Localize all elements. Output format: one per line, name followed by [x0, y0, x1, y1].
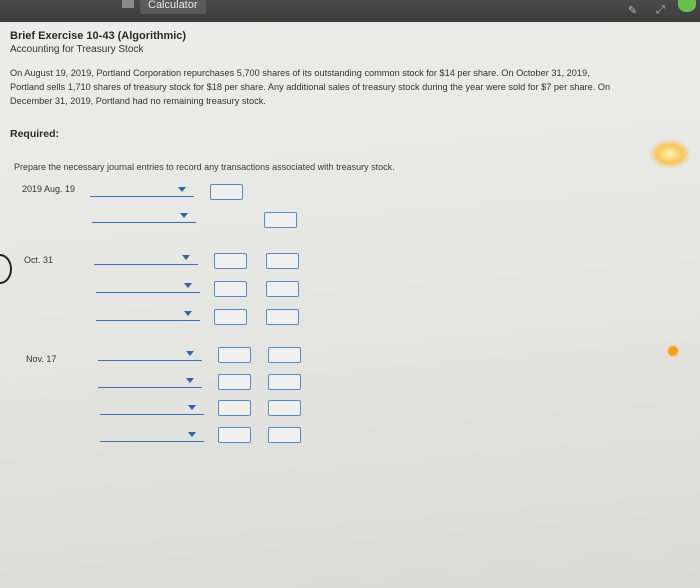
problem-line: December 31, 2019, Portland had no remai… — [10, 96, 266, 106]
debit-input[interactable] — [210, 184, 243, 200]
entry-date-oct-31: Oct. 31 — [24, 255, 54, 265]
entry-date-nov-17: Nov. 17 — [26, 354, 57, 364]
debit-input[interactable] — [218, 400, 251, 416]
debit-input[interactable] — [214, 253, 247, 269]
problem-line: On August 19, 2019, Portland Corporation… — [10, 68, 590, 78]
account-select[interactable] — [94, 254, 198, 265]
account-select[interactable] — [90, 186, 194, 197]
debit-input[interactable] — [218, 427, 251, 443]
account-select[interactable] — [96, 310, 200, 321]
exercise-subtitle: Accounting for Treasury Stock — [10, 44, 144, 55]
credit-input[interactable] — [268, 400, 301, 416]
resize-icon[interactable]: ⤢ — [656, 4, 665, 17]
account-select[interactable] — [92, 212, 196, 223]
dropdown-caret-icon — [184, 283, 192, 288]
pen-icon[interactable]: ✎ — [628, 4, 637, 17]
credit-input[interactable] — [266, 309, 299, 325]
dropdown-caret-icon — [182, 255, 190, 260]
instructions-text: Prepare the necessary journal entries to… — [14, 162, 395, 172]
credit-input[interactable] — [264, 212, 297, 228]
credit-input[interactable] — [268, 374, 301, 390]
dropdown-caret-icon — [184, 311, 192, 316]
entry-date-aug-19: 2019 Aug. 19 — [22, 184, 76, 194]
top-toolbar: Calculator ✎ ⤢ — [0, 0, 700, 24]
dropdown-caret-icon — [186, 378, 194, 383]
notification-dot — [668, 346, 678, 356]
status-icon — [678, 0, 696, 12]
glare — [650, 140, 690, 168]
calculator-icon[interactable] — [122, 0, 134, 8]
account-select[interactable] — [98, 377, 202, 388]
debit-input[interactable] — [218, 374, 251, 390]
exercise-title: Brief Exercise 10-43 (Algorithmic) — [10, 30, 187, 42]
debit-input[interactable] — [218, 347, 251, 363]
credit-input[interactable] — [266, 281, 299, 297]
credit-input[interactable] — [266, 253, 299, 269]
credit-input[interactable] — [268, 427, 301, 443]
debit-input[interactable] — [214, 281, 247, 297]
calculator-button[interactable]: Calculator — [140, 0, 206, 14]
account-select[interactable] — [98, 350, 202, 361]
account-select[interactable] — [100, 404, 204, 415]
dropdown-caret-icon — [188, 405, 196, 410]
problem-line: Portland sells 1,710 shares of treasury … — [10, 82, 611, 92]
dropdown-caret-icon — [178, 187, 186, 192]
credit-input[interactable] — [268, 347, 301, 363]
dropdown-caret-icon — [186, 351, 194, 356]
dropdown-caret-icon — [188, 432, 196, 437]
problem-statement: On August 19, 2019, Portland Corporation… — [10, 66, 690, 108]
required-heading: Required: — [10, 128, 60, 140]
dropdown-caret-icon — [180, 213, 188, 218]
account-select[interactable] — [96, 282, 200, 293]
debit-input[interactable] — [214, 309, 247, 325]
account-select[interactable] — [100, 431, 204, 442]
